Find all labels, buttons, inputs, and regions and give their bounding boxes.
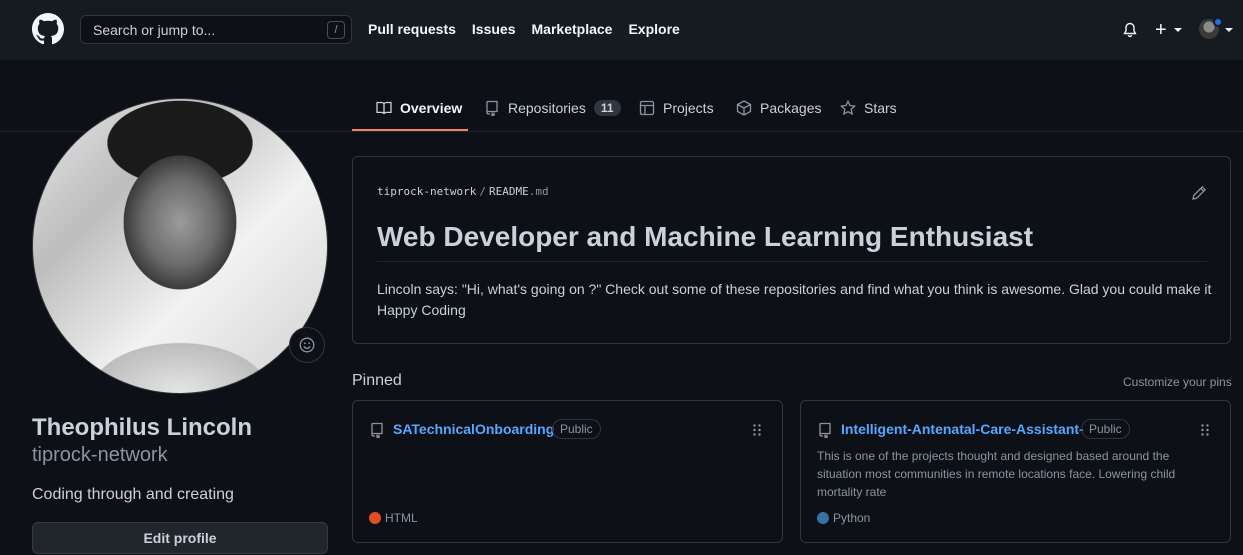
nav-issues[interactable]: Issues: [472, 21, 516, 37]
tab-repositories[interactable]: Repositories 11: [484, 96, 621, 120]
tab-overview[interactable]: Overview: [376, 96, 462, 120]
repositories-count-badge: 11: [593, 100, 621, 116]
search-placeholder: Search or jump to...: [93, 21, 216, 38]
pinned-repo-card: SATechnicalOnboarding Public HTML: [352, 400, 783, 543]
customize-pins-link[interactable]: Customize your pins: [1123, 375, 1232, 389]
visibility-badge: Public: [1081, 419, 1130, 439]
edit-profile-button[interactable]: Edit profile: [32, 522, 328, 554]
book-icon: [376, 101, 392, 115]
star-icon: [840, 100, 856, 116]
tab-label: Overview: [400, 100, 463, 116]
profile-username: tiprock-network: [32, 444, 168, 466]
nav-pull-requests[interactable]: Pull requests: [368, 21, 456, 37]
language-color-dot: [817, 512, 829, 524]
repo-description: This is one of the projects thought and …: [817, 449, 1176, 499]
top-header: Search or jump to... / Pull requests Iss…: [0, 0, 1243, 60]
repo-language: Python: [817, 511, 870, 525]
notifications-bell-icon[interactable]: [1122, 22, 1138, 38]
github-logo-icon[interactable]: [32, 13, 64, 45]
visibility-badge: Public: [552, 419, 601, 439]
notification-dot-icon: [1213, 17, 1223, 27]
tab-projects[interactable]: Projects: [639, 96, 714, 120]
repo-name-link[interactable]: Intelligent-Antenatal-Care-Assistant-: [841, 421, 1084, 437]
profile-avatar[interactable]: [32, 98, 328, 394]
pinned-repo-card: Intelligent-Antenatal-Care-Assistant- Pu…: [800, 400, 1231, 543]
table-icon: [639, 100, 655, 116]
readme-line: Lincoln says: "Hi, what's going on ?" Ch…: [377, 281, 1212, 297]
create-dropdown-caret-icon[interactable]: [1174, 28, 1182, 32]
path-separator: /: [479, 185, 486, 198]
profile-full-name: Theophilus Lincoln: [32, 414, 252, 441]
tab-label: Repositories: [508, 100, 586, 116]
readme-path: tiprock-network / README.md: [377, 185, 549, 198]
readme-owner[interactable]: tiprock-network: [377, 185, 476, 198]
set-status-button[interactable]: [289, 327, 325, 363]
selected-tab-indicator: [352, 129, 468, 131]
language-color-dot: [369, 512, 381, 524]
nav-marketplace[interactable]: Marketplace: [532, 21, 613, 37]
global-nav: Pull requests Issues Marketplace Explore: [368, 21, 680, 37]
tab-stars[interactable]: Stars: [840, 96, 897, 120]
create-new-icon[interactable]: +: [1155, 20, 1167, 40]
search-shortcut-key: /: [327, 21, 345, 39]
readme-file-base[interactable]: README: [489, 185, 529, 198]
pinned-heading: Pinned: [352, 372, 402, 389]
package-icon: [736, 100, 752, 116]
readme-line: Happy Coding: [377, 302, 466, 318]
readme-file-ext: .md: [528, 185, 549, 198]
readme-body: Lincoln says: "Hi, what's going on ?" Ch…: [377, 279, 1217, 321]
profile-bio: Coding through and creating: [32, 486, 234, 503]
readme-heading: Web Developer and Machine Learning Enthu…: [377, 221, 1207, 262]
repo-icon: [819, 422, 831, 438]
repo-icon: [486, 100, 498, 116]
language-name: HTML: [385, 511, 418, 525]
user-menu-caret-icon[interactable]: [1225, 28, 1233, 32]
nav-explore[interactable]: Explore: [628, 21, 679, 37]
readme-card: tiprock-network / README.md Web Developer …: [352, 156, 1231, 344]
repo-icon: [371, 422, 383, 438]
tab-packages[interactable]: Packages: [736, 96, 821, 120]
language-name: Python: [833, 511, 871, 525]
tab-label: Packages: [760, 100, 822, 116]
tab-label: Projects: [663, 100, 714, 116]
search-input[interactable]: Search or jump to... /: [80, 15, 352, 44]
repo-name-link[interactable]: SATechnicalOnboarding: [393, 421, 554, 437]
drag-handle-icon[interactable]: [752, 423, 762, 437]
smiley-icon: [299, 337, 315, 353]
repo-language: HTML: [369, 511, 418, 525]
edit-pencil-icon[interactable]: [1191, 185, 1207, 201]
drag-handle-icon[interactable]: [1200, 423, 1210, 437]
tab-label: Stars: [864, 100, 897, 116]
